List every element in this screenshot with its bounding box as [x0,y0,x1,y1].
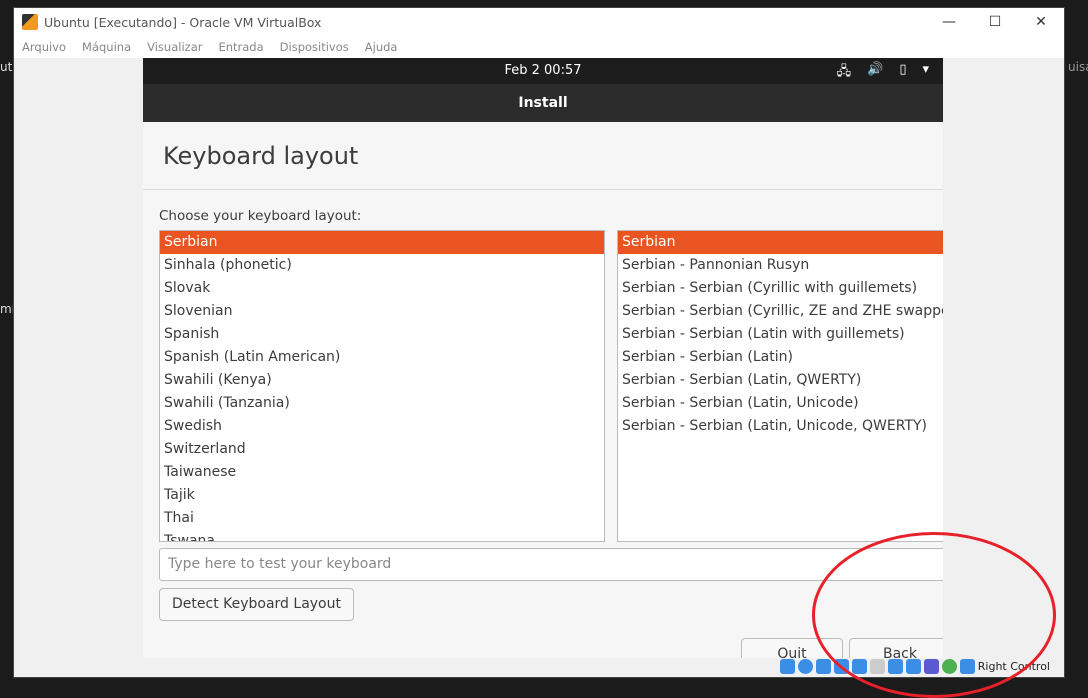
vt-x-icon [923,659,939,674]
shared-folders-icon[interactable] [869,659,885,674]
layout-item[interactable]: Swedish [160,415,604,438]
layout-item[interactable]: Swahili (Kenya) [160,369,604,392]
menu-arrow-icon: ▾ [922,62,929,77]
virtualbox-logo-icon [22,14,38,30]
ubuntu-top-bar: Feb 2 00:57 🖧 🔊 ▯ ▾ [143,58,943,84]
layout-item[interactable]: Tajik [160,484,604,507]
maximize-button[interactable]: ☐ [972,8,1018,36]
title-bar: Ubuntu [Executando] - Oracle VM VirtualB… [14,8,1064,36]
menu-dispositivos[interactable]: Dispositivos [280,40,349,54]
variant-item[interactable]: Serbian [618,231,943,254]
audio-icon[interactable] [815,659,831,674]
divider [143,189,943,190]
layout-item[interactable]: Spanish [160,323,604,346]
layout-prompt: Choose your keyboard layout: [159,208,362,224]
variant-item[interactable]: Serbian - Pannonian Rusyn [618,254,943,277]
keyboard-capture-icon[interactable] [959,659,975,674]
variant-item[interactable]: Serbian - Serbian (Latin, Unicode) [618,392,943,415]
volume-icon: 🔊 [867,62,884,77]
layout-item[interactable]: Serbian [160,231,604,254]
network-icon[interactable] [833,659,849,674]
keyboard-test-input[interactable]: Type here to test your keyboard [159,548,943,581]
display-icon[interactable] [887,659,903,674]
system-tray[interactable]: 🖧 🔊 ▯ ▾ [837,62,929,84]
menu-bar: Arquivo Máquina Visualizar Entrada Dispo… [14,36,1064,58]
mouse-integration-icon[interactable] [941,659,957,674]
installer-header: Install [143,84,943,122]
close-button[interactable]: ✕ [1018,8,1064,36]
menu-entrada[interactable]: Entrada [218,40,263,54]
page-title: Keyboard layout [163,142,359,170]
detect-keyboard-layout-button[interactable]: Detect Keyboard Layout [159,588,354,621]
menu-maquina[interactable]: Máquina [82,40,131,54]
layout-list[interactable]: Serbian Sinhala (phonetic) Slovak Sloven… [159,230,605,542]
variant-item[interactable]: Serbian - Serbian (Cyrillic, ZE and ZHE … [618,300,943,323]
layout-item[interactable]: Sinhala (phonetic) [160,254,604,277]
menu-arquivo[interactable]: Arquivo [22,40,66,54]
video-capture-icon[interactable] [905,659,921,674]
guest-screen[interactable]: Feb 2 00:57 🖧 🔊 ▯ ▾ Install Keyboard lay… [143,58,943,658]
status-bar: Right Control [14,656,1064,677]
network-icon: 🖧 [836,64,852,79]
layout-item[interactable]: Tswana [160,530,604,541]
variant-item[interactable]: Serbian - Serbian (Latin, Unicode, QWERT… [618,415,943,438]
window-title: Ubuntu [Executando] - Oracle VM VirtualB… [44,14,322,30]
hard-disk-icon[interactable] [779,659,795,674]
layout-item[interactable]: Slovenian [160,300,604,323]
back-button[interactable]: Back [849,638,943,658]
variant-item[interactable]: Serbian - Serbian (Latin) [618,346,943,369]
variant-item[interactable]: Serbian - Serbian (Cyrillic with guillem… [618,277,943,300]
variant-item[interactable]: Serbian - Serbian (Latin, QWERTY) [618,369,943,392]
layout-item[interactable]: Spanish (Latin American) [160,346,604,369]
variant-item[interactable]: Serbian - Serbian (Latin with guillemets… [618,323,943,346]
clock[interactable]: Feb 2 00:57 [143,63,943,78]
usb-icon[interactable] [851,659,867,674]
battery-icon: ▯ [899,62,907,77]
variant-list[interactable]: Serbian Serbian - Pannonian Rusyn Serbia… [617,230,943,542]
host-key-label: Right Control [977,660,1050,673]
layout-item[interactable]: Thai [160,507,604,530]
menu-visualizar[interactable]: Visualizar [147,40,202,54]
background-text: uisa [1068,60,1088,74]
menu-ajuda[interactable]: Ajuda [365,40,398,54]
quit-button[interactable]: Quit [741,638,843,658]
layout-item[interactable]: Taiwanese [160,461,604,484]
layout-item[interactable]: Slovak [160,277,604,300]
layout-item[interactable]: Swahili (Tanzania) [160,392,604,415]
minimize-button[interactable]: — [926,8,972,36]
optical-drive-icon[interactable] [797,659,813,674]
layout-item[interactable]: Switzerland [160,438,604,461]
virtualbox-window: Ubuntu [Executando] - Oracle VM VirtualB… [13,7,1065,678]
